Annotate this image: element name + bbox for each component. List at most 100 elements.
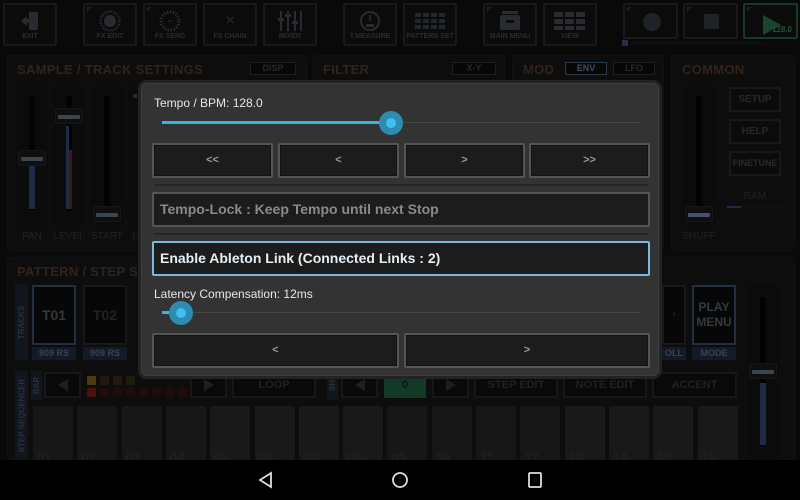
app-screen: EXIT FX EDIT FX SEND × FX CHAIN MIXER T.… [0,0,800,460]
tempo-up-button[interactable]: > [404,143,525,178]
mixer-button[interactable]: MIXER [263,3,317,46]
pattern-led [100,388,109,397]
step-button[interactable]: 01 [33,406,73,460]
pattern-panel-title: PATTERN / STEP SE [17,264,148,279]
step-button[interactable]: 08 [343,406,384,460]
finetune-button[interactable]: FINETUNE [729,151,781,176]
tracks-tab[interactable]: TRACKS [15,284,28,360]
l-label: L [132,231,138,242]
track-t01-name: 909 RS [32,347,76,360]
view-button[interactable]: VIEW [543,3,597,46]
disp-button[interactable]: DISP [250,62,296,75]
bar-led [113,376,122,385]
pattern-led [178,388,187,397]
track-t02-button[interactable]: T02 [83,285,127,345]
fx-send-icon [145,10,195,32]
tab-lfo[interactable]: LFO [613,62,655,75]
grid-icon [405,11,455,31]
t-measure-button[interactable]: T.MEASURE [343,3,397,46]
pan-label: PAN [22,231,42,242]
tempo-fast-down-button[interactable]: << [152,143,273,178]
tempo-lock-toggle[interactable]: Tempo-Lock : Keep Tempo until next Stop [152,192,650,227]
step-button[interactable]: 06 [254,406,295,460]
help-button[interactable]: HELP [729,119,781,144]
latency-up-button[interactable]: > [404,333,650,368]
record-button[interactable] [623,3,678,39]
play-bpm: 128.0 [771,25,792,34]
stop-button[interactable] [683,3,738,39]
step-button[interactable]: 10 [431,406,472,460]
record-icon [643,13,661,31]
step-button[interactable]: 11 [476,406,516,460]
setup-button[interactable]: SETUP [729,87,781,112]
start-label: START [91,231,123,242]
bar-tab[interactable]: BAR [31,371,42,400]
accent-button[interactable]: ACCENT [652,372,737,398]
tempo-label: Tempo / BPM: 128.0 [154,96,263,110]
fx-edit-button[interactable]: FX EDIT [83,3,137,46]
tempo-fast-up-button[interactable]: >> [529,143,650,178]
play-menu-button[interactable]: PLAY MENU [692,285,736,345]
common-panel-title: COMMON [682,62,745,77]
drawer-icon [485,11,535,31]
step-button[interactable]: 15 [653,406,694,460]
latency-label: Latency Compensation: 12ms [154,287,313,301]
tempo-slider[interactable] [162,111,640,135]
step-button[interactable]: 16 [697,406,738,460]
track-t01-button[interactable]: T01 [32,285,76,345]
view-grid-icon [545,11,595,31]
track-t02-name: 909 RS [83,347,127,360]
step-button[interactable]: 07 [298,406,339,460]
start-fader[interactable] [91,86,123,226]
recents-icon[interactable] [525,470,545,490]
pattern-led [165,388,174,397]
sample-panel-title: SAMPLE / TRACK SETTINGS [17,62,204,77]
tempo-down-button[interactable]: < [278,143,399,178]
ableton-link-toggle[interactable]: Enable Ableton Link (Connected Links : 2… [152,241,650,276]
level-fader[interactable] [53,86,85,226]
step-sequencer-tab[interactable]: STEP SEQUENCER [15,371,28,460]
back-icon[interactable] [256,470,276,490]
fx-chain-icon: × [225,12,235,29]
fx-send-button[interactable]: FX SEND [143,3,197,46]
stop-icon [704,14,719,29]
fx-chain-button[interactable]: × FX CHAIN [203,3,257,46]
roll-label: OLL [662,347,686,360]
exit-button[interactable]: EXIT [3,3,57,46]
ram-meter [727,206,783,208]
home-icon[interactable] [390,470,410,490]
step-button[interactable]: 04 [165,406,206,460]
step-button[interactable]: 03 [121,406,162,460]
pattern-set-button[interactable]: PATTERN SET [403,3,457,46]
arrow-left-icon [354,379,365,391]
bar-prev-button[interactable] [44,372,81,398]
bar-led [100,376,109,385]
play-button[interactable]: 128.0 [743,3,798,39]
fx-edit-icon [85,10,135,32]
pattern-led [126,388,135,397]
tab-env[interactable]: ENV [565,62,607,75]
step-button[interactable]: 02 [77,406,118,460]
tempo-dialog: Tempo / BPM: 128.0 << < > >> Tempo-Lock … [141,83,659,376]
track-next-button[interactable]: › [662,285,686,345]
latency-slider[interactable] [162,301,640,325]
mode-label: MODE [692,347,736,360]
main-menu-button[interactable]: MAIN MENU [483,3,537,46]
pan-fader[interactable] [16,86,48,226]
step-button[interactable]: 09 [387,406,428,460]
step-button[interactable]: 14 [608,406,649,460]
latency-down-button[interactable]: < [152,333,399,368]
l-fader[interactable] [129,86,141,226]
exit-icon [5,11,55,31]
shuffle-fader[interactable] [683,86,715,226]
arrow-right-icon [445,379,456,391]
step-button[interactable]: 05 [210,406,251,460]
pattern-led [113,388,122,397]
shuffle-label: SHUFF [682,231,716,242]
step-button[interactable]: 12 [520,406,561,460]
xy-button[interactable]: X-Y [452,62,496,75]
position-meter [622,40,797,46]
arrow-right-icon [203,379,214,391]
step-button[interactable]: 13 [564,406,605,460]
volume-fader[interactable] [747,285,779,460]
